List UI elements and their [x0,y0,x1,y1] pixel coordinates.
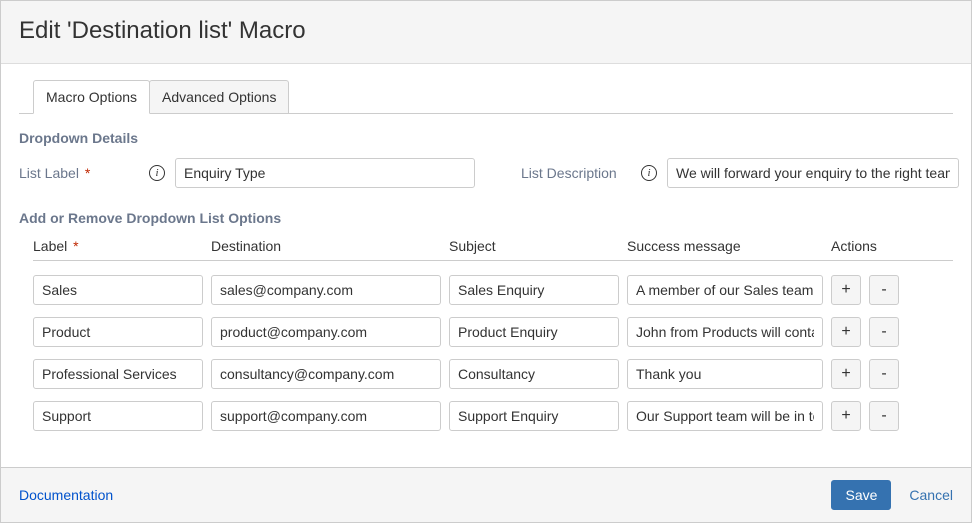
required-asterisk: * [73,238,78,254]
remove-row-button[interactable]: - [869,359,899,389]
row-subject-input[interactable] [449,401,619,431]
row-success-input[interactable] [627,401,823,431]
dialog-footer: Documentation Save Cancel [1,467,971,522]
options-header-row: Label * Destination Subject Success mess… [33,238,953,261]
row-label-input[interactable] [33,359,203,389]
required-asterisk: * [85,165,90,181]
col-actions: Actions [831,238,921,254]
dialog-body: Macro Options Advanced Options Dropdown … [1,64,971,467]
table-row: +- [33,401,953,431]
section-dropdown-options: Add or Remove Dropdown List Options [19,210,953,226]
add-row-button[interactable]: + [831,317,861,347]
add-row-button[interactable]: + [831,359,861,389]
row-success-input[interactable] [627,317,823,347]
add-row-button[interactable]: + [831,275,861,305]
row-subject-input[interactable] [449,275,619,305]
col-label: Label * [33,238,203,254]
remove-row-button[interactable]: - [869,401,899,431]
col-destination: Destination [211,238,441,254]
row-subject-input[interactable] [449,359,619,389]
list-description-label: List Description [521,165,631,181]
dialog-title: Edit 'Destination list' Macro [19,17,953,45]
row-destination-input[interactable] [211,401,441,431]
table-row: +- [33,275,953,305]
row-destination-input[interactable] [211,275,441,305]
macro-editor-dialog: Edit 'Destination list' Macro Macro Opti… [0,0,972,523]
row-actions: +- [831,401,921,431]
row-success-input[interactable] [627,359,823,389]
tab-advanced-options[interactable]: Advanced Options [149,80,289,113]
col-label-text: Label [33,238,67,254]
add-row-button[interactable]: + [831,401,861,431]
tabs: Macro Options Advanced Options [19,80,953,114]
remove-row-button[interactable]: - [869,317,899,347]
row-subject-input[interactable] [449,317,619,347]
row-actions: +- [831,275,921,305]
row-label-input[interactable] [33,401,203,431]
col-success: Success message [627,238,823,254]
row-actions: +- [831,317,921,347]
info-icon[interactable]: i [149,165,165,181]
dropdown-details-row: List Label * i List Description i [19,158,953,188]
documentation-link[interactable]: Documentation [19,487,113,503]
row-destination-input[interactable] [211,359,441,389]
save-button[interactable]: Save [831,480,891,510]
info-icon[interactable]: i [641,165,657,181]
section-dropdown-details: Dropdown Details [19,130,953,146]
col-subject: Subject [449,238,619,254]
remove-row-button[interactable]: - [869,275,899,305]
list-label-label: List Label * [19,165,139,181]
options-grid: Label * Destination Subject Success mess… [19,238,953,431]
row-actions: +- [831,359,921,389]
tab-macro-options[interactable]: Macro Options [33,80,150,114]
table-row: +- [33,359,953,389]
table-row: +- [33,317,953,347]
row-destination-input[interactable] [211,317,441,347]
row-label-input[interactable] [33,275,203,305]
cancel-button[interactable]: Cancel [909,483,953,507]
dialog-header: Edit 'Destination list' Macro [1,1,971,64]
list-label-input[interactable] [175,158,475,188]
row-label-input[interactable] [33,317,203,347]
list-label-text: List Label [19,165,79,181]
row-success-input[interactable] [627,275,823,305]
list-description-input[interactable] [667,158,959,188]
